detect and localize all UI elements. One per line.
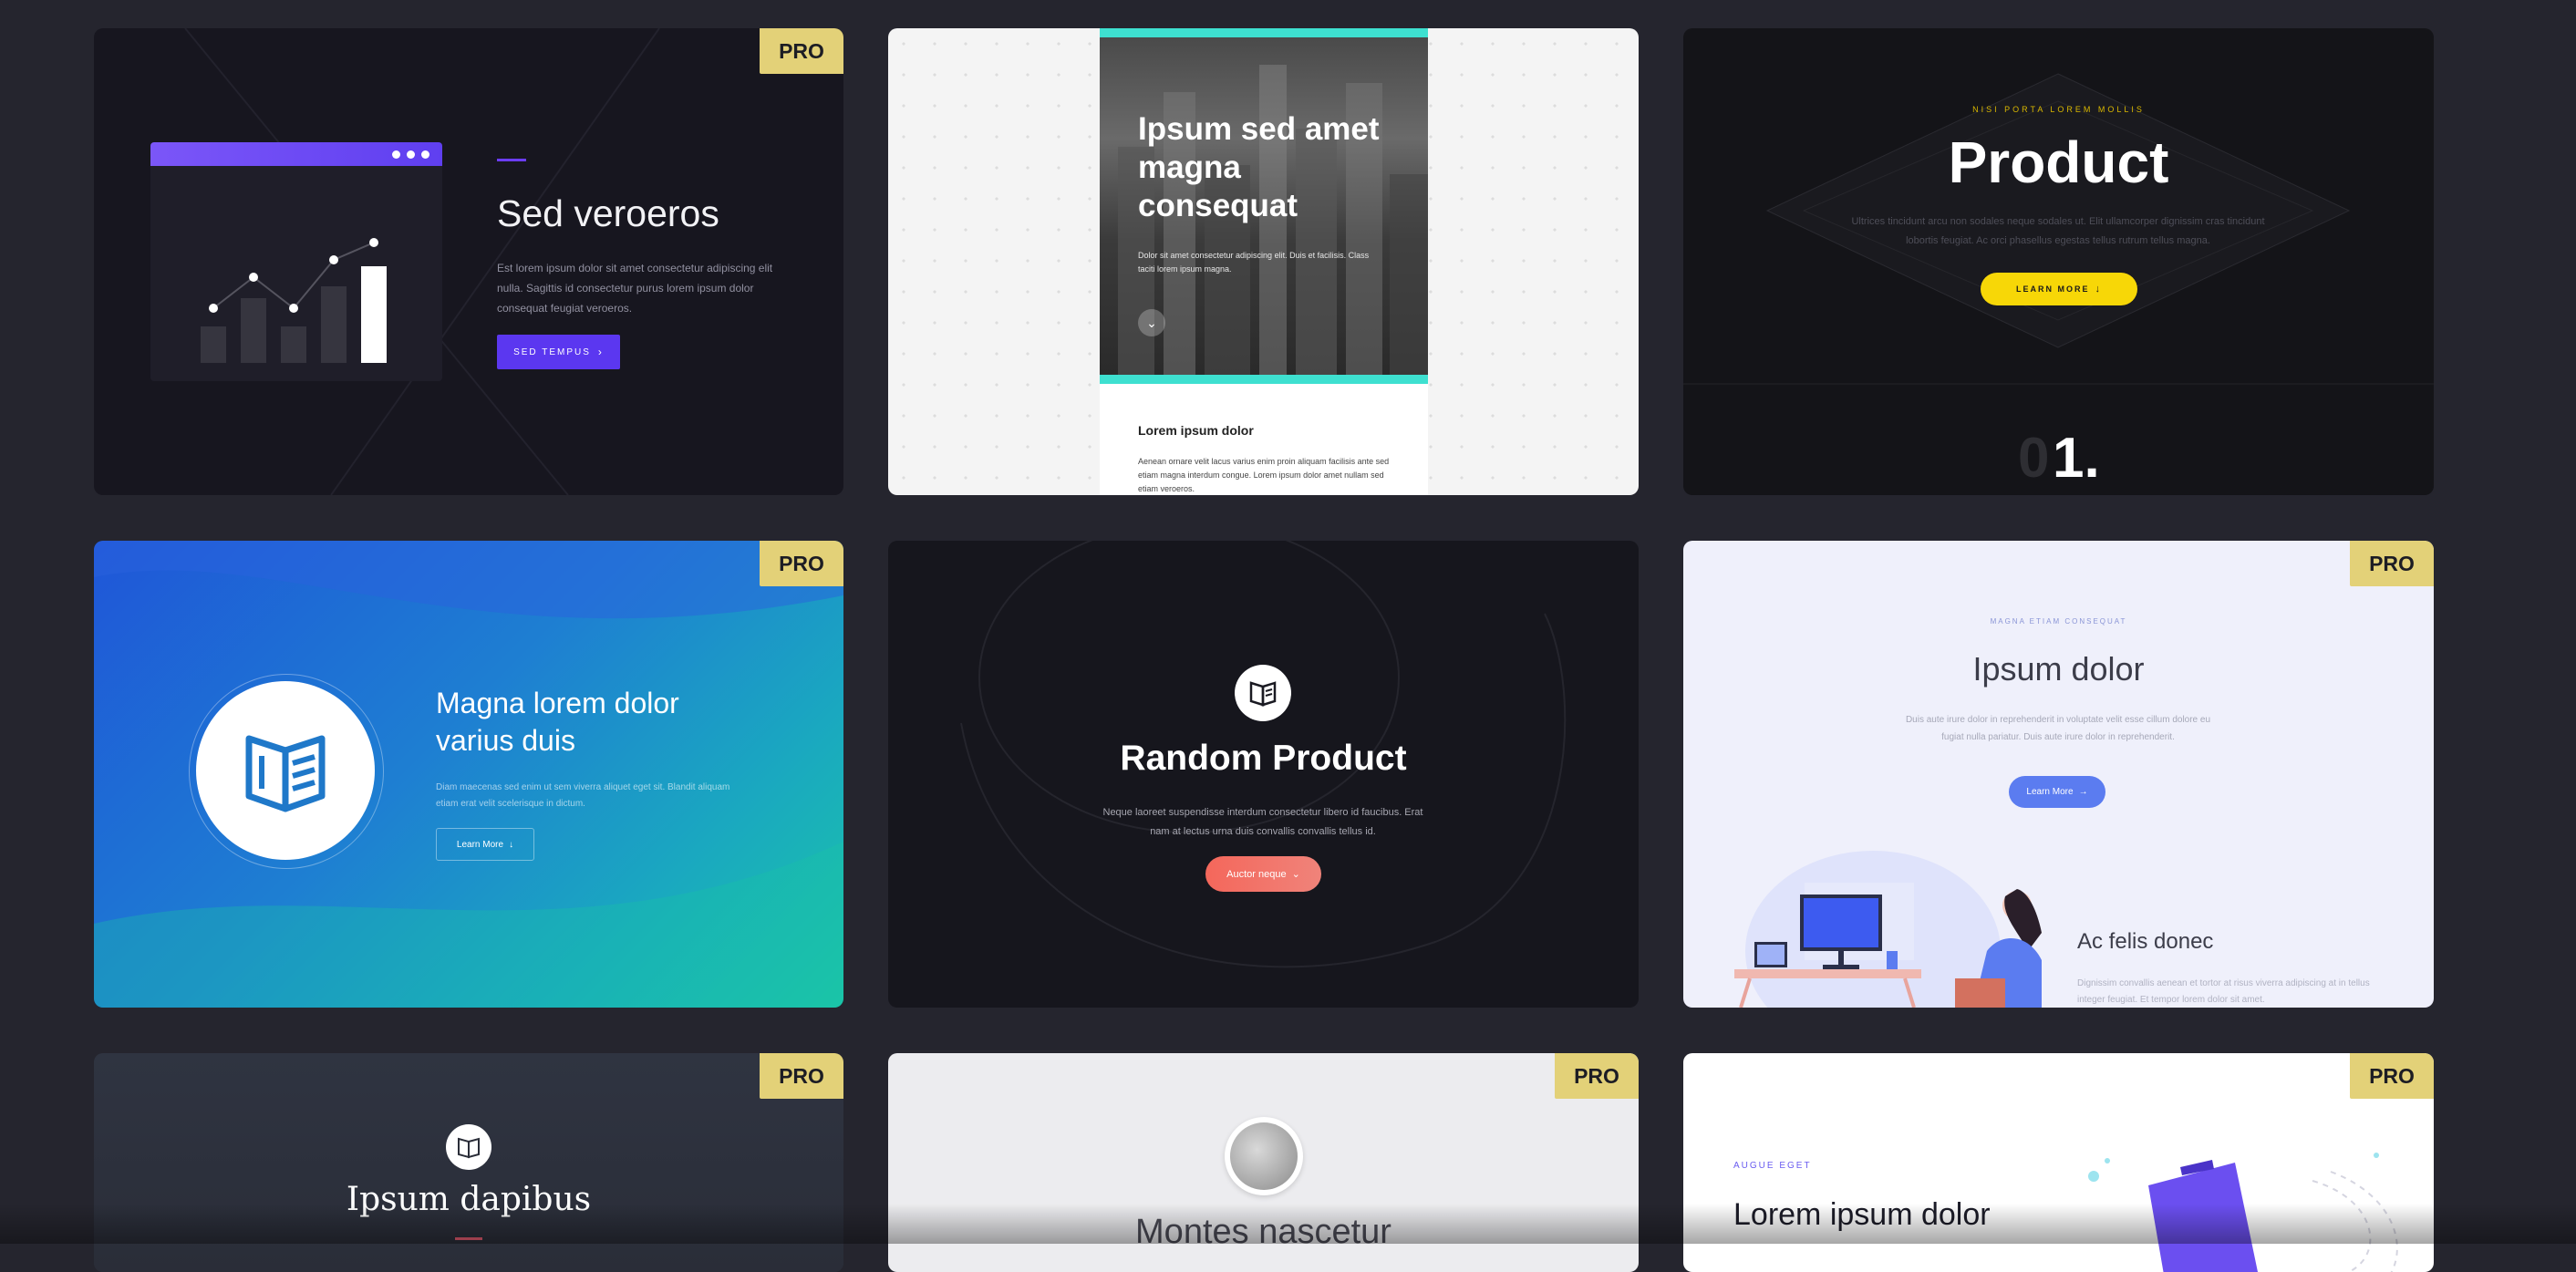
- card-title: Ipsum dapibus: [346, 1181, 592, 1218]
- title-accent-bar: [497, 159, 526, 161]
- logo-circle: [446, 1124, 491, 1170]
- pro-badge: PRO: [760, 541, 843, 586]
- template-card-magna-lorem[interactable]: Magna lorem dolor varius duis Diam maece…: [94, 541, 843, 1008]
- card-description: Duis aute irure dolor in reprehenderit i…: [1905, 715, 2211, 742]
- arrow-right-icon: →: [2078, 787, 2088, 797]
- avatar: [1225, 1117, 1303, 1195]
- step-number: 1.: [2053, 427, 2100, 490]
- card-title: Ipsum dolor: [1972, 650, 2145, 688]
- arrow-down-icon: ↓: [509, 839, 514, 850]
- subsection-title: Ac felis donec: [2077, 929, 2214, 954]
- button-label: LEARN MORE: [2016, 284, 2090, 294]
- kicker-text: AUGUE EGET: [1733, 1161, 1812, 1171]
- template-card-ipsum-sed[interactable]: Ipsum sed amet magna consequat Dolor sit…: [888, 28, 1639, 495]
- card-title: Montes nascetur: [1135, 1213, 1391, 1251]
- card-title: Sed veroeros: [497, 192, 719, 234]
- auctor-neque-button[interactable]: Auctor neque ⌄: [1205, 856, 1321, 892]
- template-card-lorem-ipsum-dolor[interactable]: AUGUE EGET Lorem ipsum dolor PRO: [1683, 1053, 2434, 1272]
- chevron-down-icon: ⌄: [1146, 315, 1157, 330]
- phone-illustration: [2088, 1153, 2398, 1272]
- card-title: Lorem ipsum dolor: [1733, 1197, 1991, 1232]
- scroll-down-button[interactable]: ⌄: [1138, 309, 1165, 336]
- pro-badge: PRO: [760, 28, 843, 74]
- accent-strip-top: [1100, 28, 1428, 37]
- bar-chart-icon: [201, 238, 387, 363]
- template-card-ipsum-dapibus[interactable]: Ipsum dapibus PRO: [94, 1053, 843, 1272]
- desk-worker-illustration: [1734, 851, 2042, 1008]
- book-logo-circle: [196, 681, 375, 860]
- book-icon: [245, 735, 326, 812]
- logo-circle: [1235, 665, 1291, 721]
- book-icon: [458, 1137, 480, 1159]
- sed-tempus-button[interactable]: SED TEMPUS ›: [497, 335, 620, 369]
- button-label: Learn More: [2026, 787, 2074, 797]
- template-card-ipsum-dolor[interactable]: MAGNA ETIAM CONSEQUAT Ipsum dolor Duis a…: [1683, 541, 2434, 1008]
- product-title: Product: [1948, 129, 2169, 195]
- hero-title: Ipsum sed amet magna consequat: [1138, 111, 1380, 223]
- pro-badge: PRO: [1555, 1053, 1639, 1099]
- chevron-right-icon: ›: [597, 346, 604, 358]
- chevron-down-icon: ⌄: [1291, 869, 1300, 880]
- faded-number: 0: [2018, 427, 2050, 490]
- accent-strip-bottom: [1100, 375, 1428, 384]
- window-titlebar: [150, 142, 442, 166]
- template-card-random-product[interactable]: Random Product Neque laoreet suspendisse…: [888, 541, 1639, 1008]
- card-description: Est lorem ipsum dolor sit amet consectet…: [497, 262, 773, 315]
- learn-more-button[interactable]: LEARN MORE ↓: [1981, 273, 2137, 305]
- title-accent-bar: [455, 1237, 482, 1240]
- chart-window-illustration: [150, 142, 442, 381]
- card-description: Diam maecenas sed enim ut sem viverra al…: [436, 782, 730, 809]
- pro-badge: PRO: [2350, 1053, 2434, 1099]
- mobile-page-preview: Ipsum sed amet magna consequat Dolor sit…: [1100, 28, 1428, 495]
- button-label: Auctor neque: [1226, 868, 1287, 880]
- section-description: Aenean ornare velit lacus varius enim pr…: [1138, 457, 1390, 493]
- city-skyline-image: Ipsum sed amet magna consequat Dolor sit…: [1100, 37, 1428, 375]
- book-icon: [1249, 681, 1277, 707]
- workspace-photo: [1230, 1122, 1298, 1190]
- button-label: SED TEMPUS: [513, 346, 591, 357]
- card-title: Magna lorem dolor varius duis: [436, 687, 679, 757]
- kicker-text: NISI PORTA LOREM MOLLIS: [1972, 105, 2145, 114]
- pro-badge: PRO: [2350, 541, 2434, 586]
- button-label: Learn More: [456, 839, 504, 850]
- section-title: Lorem ipsum dolor: [1138, 423, 1254, 438]
- product-description: Ultrices tincidunt arcu non sodales nequ…: [1851, 216, 2265, 246]
- product-title: Random Product: [1120, 739, 1407, 778]
- template-card-product[interactable]: NISI PORTA LOREM MOLLIS Product Ultrices…: [1683, 28, 2434, 495]
- hero-description: Dolor sit amet consectetur adipiscing el…: [1138, 251, 1370, 274]
- template-card-sed-veroeros[interactable]: Sed veroeros Est lorem ipsum dolor sit a…: [94, 28, 843, 495]
- arrow-down-icon: ↓: [2095, 284, 2102, 295]
- subsection-description: Dignissim convallis aenean et tortor at …: [2077, 978, 2370, 1005]
- learn-more-button[interactable]: Learn More →: [2009, 776, 2105, 808]
- product-description: Neque laoreet suspendisse interdum conse…: [1102, 807, 1423, 837]
- learn-more-button[interactable]: Learn More ↓: [436, 828, 534, 861]
- template-card-montes-nascetur[interactable]: Montes nascetur PRO: [888, 1053, 1639, 1272]
- pro-badge: PRO: [760, 1053, 843, 1099]
- kicker-text: MAGNA ETIAM CONSEQUAT: [1990, 617, 2127, 626]
